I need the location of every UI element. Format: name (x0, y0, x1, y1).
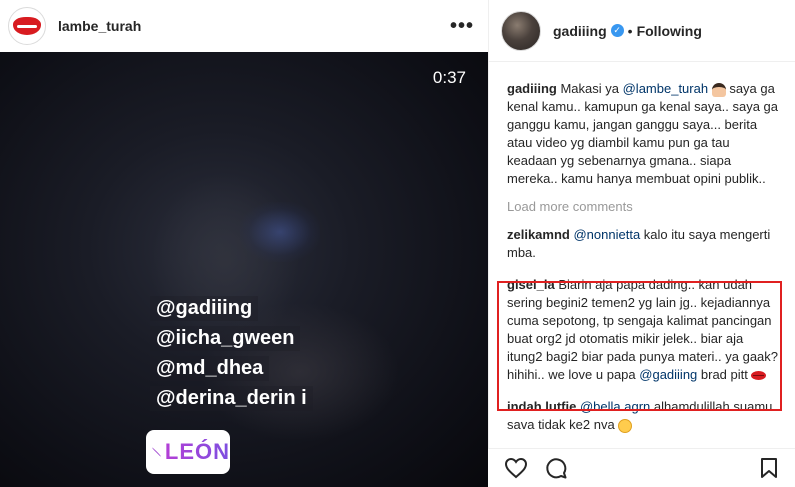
location-sticker: LEÓN (146, 430, 230, 474)
tag-line: @md_dhea (150, 356, 270, 381)
post-header: lambe_turah ••• (0, 0, 488, 52)
bookmark-icon[interactable] (757, 456, 781, 480)
mention-link[interactable]: @nonnietta (573, 227, 640, 242)
comment-text-after: brad pitt (697, 367, 752, 382)
author-username[interactable]: lambe_turah (58, 18, 141, 34)
comment-username[interactable]: gisel_la (507, 277, 555, 292)
comment-item: indah.lutfie @bella.agrn alhamdulillah s… (507, 398, 781, 434)
comment-username[interactable]: zelikamnd (507, 227, 570, 242)
tag-line: @iicha_gween (150, 326, 301, 351)
comment-username[interactable]: indah.lutfie (507, 399, 576, 414)
mention-link[interactable]: @gadiiing (639, 367, 697, 382)
author-avatar[interactable] (8, 7, 46, 45)
heart-icon[interactable] (504, 456, 528, 480)
load-more-comments-button[interactable]: Load more comments (507, 198, 781, 216)
caption-text-pre: Makasi ya (560, 81, 623, 96)
location-text: LEÓN (164, 439, 230, 464)
comment-icon[interactable] (544, 456, 568, 480)
comment-item: zelikamnd @nonnietta kalo itu saya menge… (507, 226, 781, 262)
profile-avatar[interactable] (501, 10, 541, 51)
caption: gadiiing Makasi ya @lambe_turah saya ga … (507, 80, 781, 188)
tag-line: @derina_derin i (150, 386, 313, 411)
following-button[interactable]: Following (637, 23, 702, 39)
lips-logo-icon (13, 17, 41, 35)
video-player[interactable]: 0:37 @gadiiing @iicha_gween @md_dhea @de… (0, 52, 488, 487)
location-pin-icon (151, 447, 161, 457)
comment-item-highlighted: gisel_la Biarin aja papa dading.. kan ud… (507, 276, 781, 384)
video-timer: 0:37 (432, 68, 466, 87)
comments-panel: gadiiing ✓ • Following gadiiing Makasi y… (488, 0, 795, 487)
comments-list: gadiiing Makasi ya @lambe_turah saya ga … (489, 62, 795, 434)
separator-dot: • (627, 22, 633, 39)
caption-text: saya ga kenal kamu.. kamupun ga kenal sa… (507, 81, 778, 186)
smile-emoji-icon (618, 418, 633, 433)
tag-overlay: @gadiiing @iicha_gween @md_dhea @derina_… (150, 296, 390, 416)
lips-emoji-icon (751, 371, 767, 381)
mention-link[interactable]: @lambe_turah (623, 81, 708, 96)
profile-header: gadiiing ✓ • Following (489, 0, 795, 62)
more-options-icon[interactable]: ••• (450, 16, 474, 36)
verified-badge-icon: ✓ (610, 24, 624, 37)
comment-username[interactable]: gadiiing (507, 81, 557, 96)
person-emoji-icon (711, 82, 726, 97)
profile-username[interactable]: gadiiing (553, 23, 607, 39)
mention-link[interactable]: @bella.agrn (580, 399, 650, 414)
video-scene-light (240, 202, 320, 262)
tag-line: @gadiiing (150, 296, 259, 321)
action-bar (488, 448, 795, 487)
